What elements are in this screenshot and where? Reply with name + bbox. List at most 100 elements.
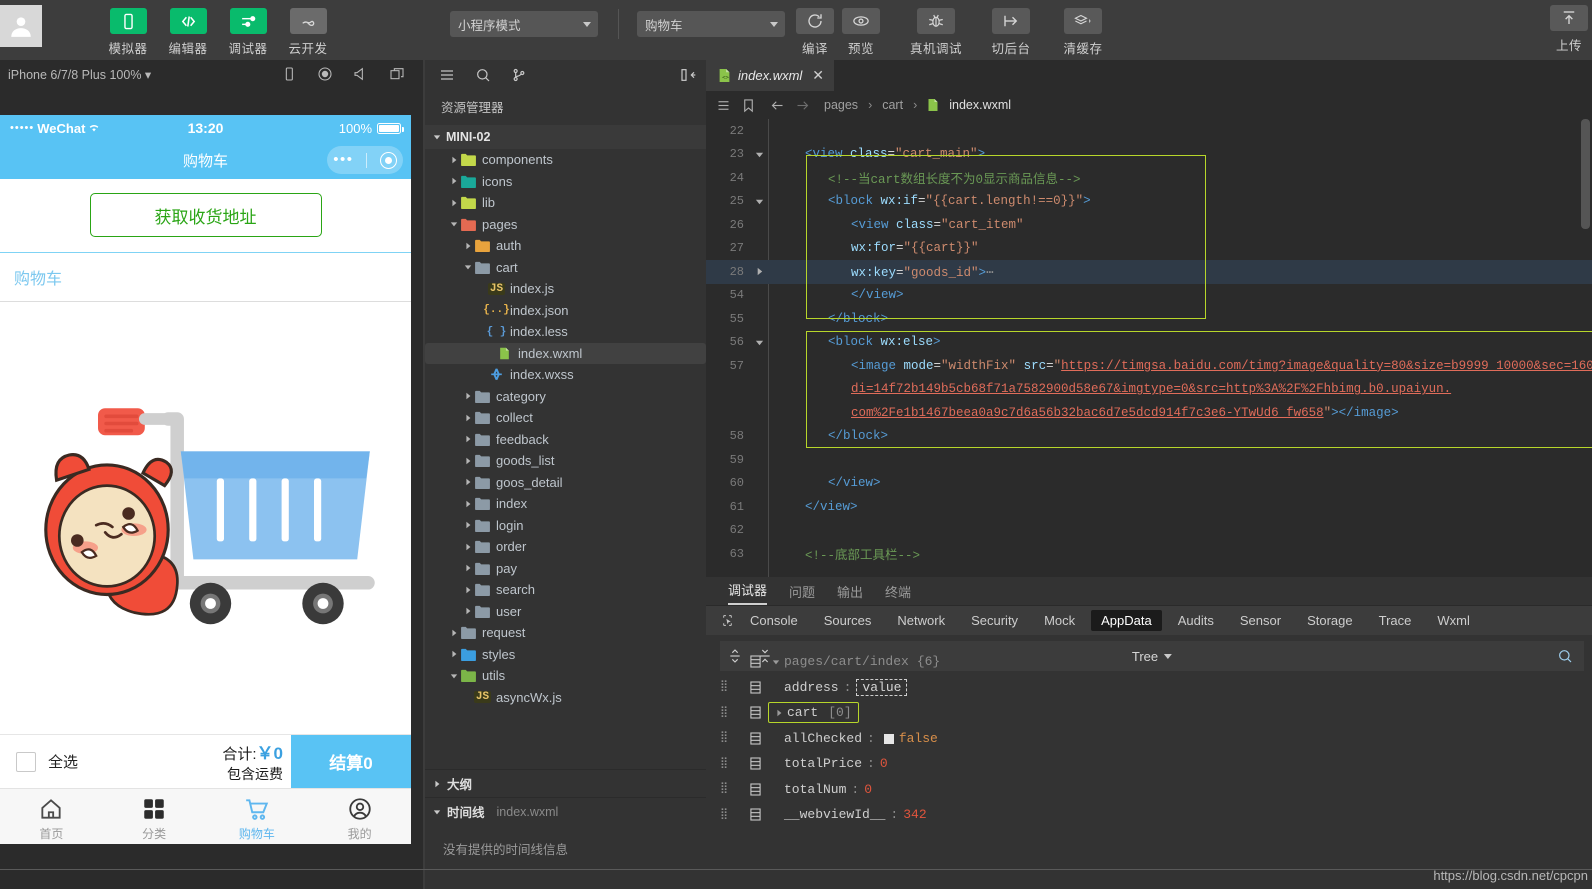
chevron-right-icon[interactable] [461, 543, 474, 551]
chevron-right-icon[interactable] [461, 564, 474, 572]
drag-handle[interactable]: ⣿ [720, 682, 742, 693]
code-line[interactable]: 27 wx:for="{{cart}}" [706, 237, 1592, 261]
outline-icon[interactable] [716, 98, 731, 113]
tree-folder-pay[interactable]: pay [425, 558, 706, 580]
toolbar-button-upload[interactable]: 上传 [1550, 5, 1588, 54]
devtools-tab-trace[interactable]: Trace [1369, 610, 1422, 631]
panel-tab-output[interactable]: 输出 [837, 582, 863, 605]
toolbar-button-background[interactable]: 切后台 [985, 8, 1037, 57]
code-line[interactable]: 25 <block wx:if="{{cart.length!==0}}"> [706, 190, 1592, 214]
drag-handle[interactable]: ⣿ [720, 784, 742, 795]
code-line[interactable]: di=14f72b149b5cb68f71a7582900d58e67&imgt… [706, 378, 1592, 402]
code-line[interactable]: 23 <view class="cart_main"> [706, 143, 1592, 167]
tree-folder-utils[interactable]: utils [425, 665, 706, 687]
capsule-button[interactable]: ••• [327, 146, 403, 174]
appdata-row-totalPrice[interactable]: ⣿ totalPrice:0 [720, 751, 1592, 777]
section-timeline[interactable]: 时间线 index.wxml [425, 797, 706, 825]
toolbar-button-preview[interactable]: 预览 [841, 8, 881, 57]
bool-checkbox[interactable] [883, 733, 894, 744]
fold-toggle-icon[interactable] [750, 197, 768, 206]
devtools-tab-mock[interactable]: Mock [1034, 610, 1085, 631]
toolbar-button-clear-cache[interactable]: 清缓存 [1057, 8, 1109, 57]
code-line[interactable]: 22 [706, 119, 1592, 143]
tree-folder-styles[interactable]: styles [425, 644, 706, 666]
toolbar-button-cloud[interactable]: 云开发 [280, 8, 336, 57]
tree-folder-category[interactable]: category [425, 386, 706, 408]
tree-folder-goos_detail[interactable]: goos_detail [425, 472, 706, 494]
edit-value-icon[interactable] [742, 808, 768, 821]
select-all-checkbox[interactable] [16, 751, 36, 772]
close-target-icon[interactable] [379, 151, 397, 169]
code-line[interactable]: 24 <!--当cart数组长度不为0显示商品信息--> [706, 166, 1592, 190]
chevron-right-icon[interactable] [461, 586, 474, 594]
tabbar-item-user[interactable]: 我的 [308, 789, 411, 844]
tree-folder-request[interactable]: request [425, 622, 706, 644]
source-control-icon[interactable] [511, 67, 527, 83]
code-line[interactable]: 60 </view> [706, 472, 1592, 496]
tree-folder-icons[interactable]: icons [425, 171, 706, 193]
tree-file-index.wxss[interactable]: ᚖ index.wxss [425, 364, 706, 386]
code-line[interactable]: 28 wx:key="goods_id">⋯ [706, 260, 1592, 284]
device-select[interactable]: iPhone 6/7/8 Plus 100% ▾ [8, 67, 281, 82]
appdata-value-input[interactable]: value [856, 678, 908, 696]
drag-handle[interactable]: ⣿ [720, 758, 742, 769]
inspect-element-button[interactable] [714, 614, 740, 627]
get-address-button[interactable]: 获取收货地址 [89, 193, 322, 237]
select-all-group[interactable]: 全选 [0, 735, 222, 788]
drag-handle[interactable]: ⣿ [720, 733, 742, 744]
edit-value-icon[interactable] [742, 655, 768, 668]
tree-file-index.json[interactable]: {..} index.json [425, 300, 706, 322]
chevron-right-icon[interactable] [447, 199, 460, 207]
panel-tab-terminal[interactable]: 终端 [885, 582, 911, 605]
appdata-row-cart[interactable]: ⣿ cart [0] [720, 700, 1592, 726]
devtools-tab-audits[interactable]: Audits [1168, 610, 1224, 631]
code-area[interactable]: 22 23 <view class="cart_main"> 24 <!--当cart数… [706, 119, 1592, 577]
devtools-tab-network[interactable]: Network [887, 610, 955, 631]
tree-folder-login[interactable]: login [425, 515, 706, 537]
edit-value-icon[interactable] [742, 706, 768, 719]
chevron-right-icon[interactable] [461, 414, 474, 422]
code-line[interactable]: 26 <view class="cart_item" [706, 213, 1592, 237]
tree-file-index.wxml[interactable]: index.wxml [425, 342, 706, 364]
checkout-button[interactable]: 结算0 [291, 735, 411, 788]
tree-folder-order[interactable]: order [425, 536, 706, 558]
chevron-right-icon[interactable] [461, 457, 474, 465]
appdata-row-totalNum[interactable]: ⣿ totalNum:0 [720, 777, 1592, 803]
toolbar-button-compile[interactable]: 编译 [795, 8, 835, 57]
tree-folder-pages[interactable]: pages [425, 214, 706, 236]
code-line[interactable]: 54 </view> [706, 284, 1592, 308]
tree-folder-goods_list[interactable]: goods_list [425, 450, 706, 472]
tabbar-item-category[interactable]: 分类 [103, 789, 206, 844]
devtools-tab-security[interactable]: Security [961, 610, 1028, 631]
appdata-row-allChecked[interactable]: ⣿ allChecked: false [720, 726, 1592, 752]
chevron-right-icon[interactable] [447, 650, 460, 658]
appdata-root-row[interactable]: pages/cart/index {6} [720, 649, 1592, 675]
chevron-down-icon[interactable] [768, 658, 784, 666]
bookmark-icon[interactable] [741, 98, 756, 113]
tree-folder-lib[interactable]: lib [425, 192, 706, 214]
chevron-right-icon[interactable] [461, 242, 474, 250]
panel-tab-debugger[interactable]: 调试器 [728, 580, 768, 605]
code-line[interactable]: 55 </block> [706, 307, 1592, 331]
tree-folder-cart[interactable]: cart [425, 257, 706, 279]
search-icon[interactable] [475, 67, 491, 83]
toolbar-button-editor[interactable]: 编辑器 [160, 8, 216, 57]
editor-scrollbar[interactable] [1581, 119, 1590, 229]
chevron-right-icon[interactable] [447, 156, 460, 164]
devtools-tab-sensor[interactable]: Sensor [1230, 610, 1291, 631]
tree-folder-search[interactable]: search [425, 579, 706, 601]
close-icon[interactable]: ✕ [812, 67, 824, 84]
fold-toggle-icon[interactable] [750, 338, 768, 347]
appdata-row-address[interactable]: ⣿ address: value [720, 675, 1592, 701]
avatar[interactable] [0, 5, 42, 47]
tabbar-item-cart[interactable]: 购物车 [206, 789, 309, 844]
record-icon[interactable] [317, 66, 333, 82]
code-line[interactable]: 56 <block wx:else> [706, 331, 1592, 355]
chevron-right-icon[interactable] [461, 521, 474, 529]
code-line[interactable]: 61 </view> [706, 495, 1592, 519]
explorer-root-row[interactable]: MINI-02 [425, 125, 706, 149]
tree-folder-collect[interactable]: collect [425, 407, 706, 429]
devtools-tab-appdata[interactable]: AppData [1091, 610, 1162, 631]
tree-file-index.less[interactable]: { } index.less [425, 321, 706, 343]
fold-toggle-icon[interactable] [750, 267, 768, 276]
